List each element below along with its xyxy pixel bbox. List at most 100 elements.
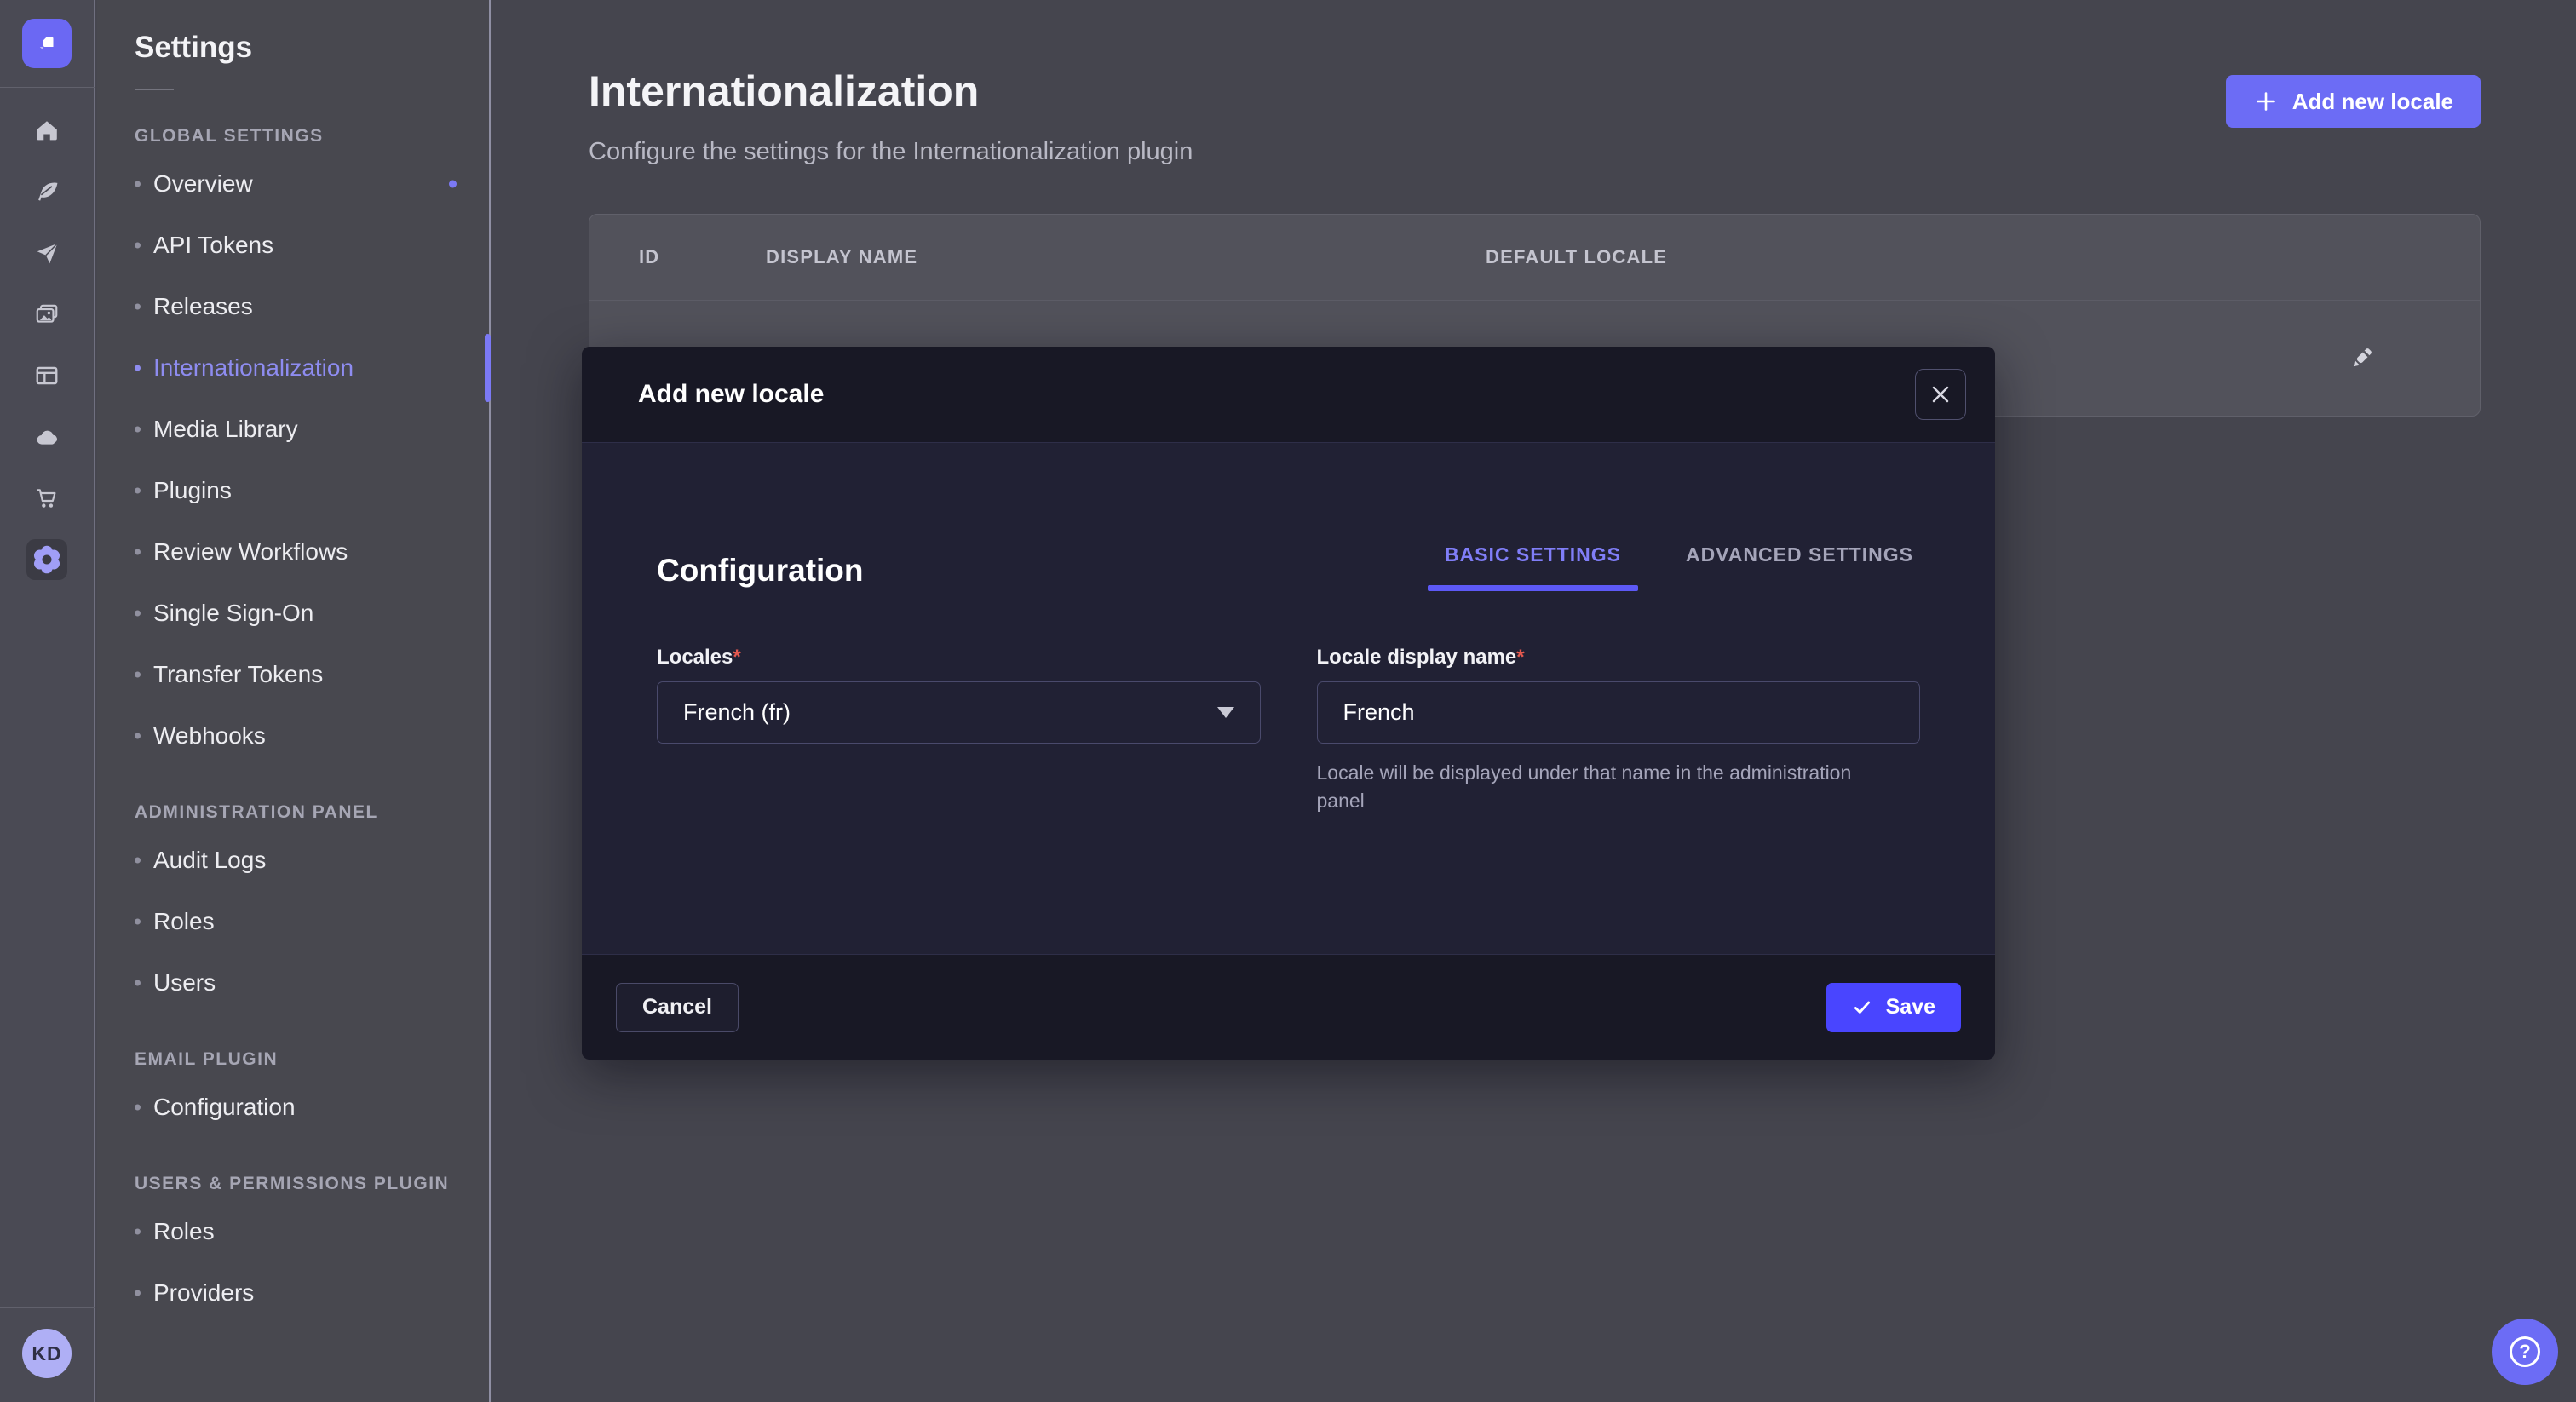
sidebar-item-label: Roles <box>153 1218 215 1245</box>
display-name-field: Locale display name* Locale will be disp… <box>1317 646 1921 815</box>
modal-footer: Cancel Save <box>582 954 1995 1060</box>
close-modal-button[interactable] <box>1915 369 1966 420</box>
sidebar-item-media-library[interactable]: Media Library <box>97 399 489 460</box>
modal-header: Add new locale <box>582 347 1995 443</box>
sidebar-item-providers[interactable]: Providers <box>97 1262 489 1324</box>
sidebar-item-single-sign-on[interactable]: Single Sign-On <box>97 583 489 644</box>
form-fields: Locales* French (fr) Locale display name… <box>657 646 1920 815</box>
bullet-icon <box>135 427 141 433</box>
sidebar-item-label: Users <box>153 969 216 997</box>
sidebar-item-releases[interactable]: Releases <box>97 276 489 337</box>
avatar[interactable]: KD <box>22 1329 72 1378</box>
locales-select[interactable]: French (fr) <box>657 681 1261 744</box>
required-mark: * <box>733 646 740 669</box>
sidebar-item-label: API Tokens <box>153 232 273 259</box>
tab-advanced-settings[interactable]: ADVANCED SETTINGS <box>1681 543 1918 589</box>
locales-table-header: ID DISPLAY NAME DEFAULT LOCALE <box>589 215 2480 300</box>
bullet-icon <box>135 243 141 249</box>
add-new-locale-label: Add new locale <box>2292 89 2453 115</box>
media-library-icon[interactable] <box>26 294 67 335</box>
sidebar-item-up-roles[interactable]: Roles <box>97 1201 489 1262</box>
sidebar-item-label: Audit Logs <box>153 847 266 874</box>
strapi-logo[interactable] <box>22 19 72 68</box>
sidebar-item-label: Configuration <box>153 1094 296 1121</box>
sidebar-item-label: Media Library <box>153 416 298 443</box>
bullet-icon <box>135 672 141 678</box>
sidebar-item-email-configuration[interactable]: Configuration <box>97 1077 489 1138</box>
display-name-input[interactable] <box>1317 681 1921 744</box>
sidebar-item-label: Single Sign-On <box>153 600 313 627</box>
sidebar-item-label: Providers <box>153 1279 254 1307</box>
cart-icon[interactable] <box>26 478 67 519</box>
nav-rail: KD <box>0 0 95 1402</box>
bullet-icon <box>135 181 141 187</box>
settings-gear-icon[interactable] <box>26 539 67 580</box>
bullet-icon <box>135 1229 141 1235</box>
bullet-icon <box>135 1105 141 1111</box>
sidebar-item-review-workflows[interactable]: Review Workflows <box>97 521 489 583</box>
save-button[interactable]: Save <box>1826 983 1961 1032</box>
notification-dot-icon <box>449 181 457 188</box>
chevron-down-icon <box>1217 707 1234 718</box>
sidebar-item-audit-logs[interactable]: Audit Logs <box>97 830 489 891</box>
sidebar-item-plugins[interactable]: Plugins <box>97 460 489 521</box>
column-header-id: ID <box>639 246 766 268</box>
sidebar-title: Settings <box>135 31 489 65</box>
locales-field: Locales* French (fr) <box>657 646 1261 815</box>
content-builder-feather-icon[interactable] <box>26 171 67 212</box>
page-title: Internationalization <box>589 66 1193 116</box>
configuration-header-row: Configuration BASIC SETTINGS ADVANCED SE… <box>657 543 1920 589</box>
add-new-locale-button[interactable]: Add new locale <box>2226 75 2481 128</box>
rail-bottom: KD <box>0 1307 95 1402</box>
sidebar-item-label: Internationalization <box>153 354 354 382</box>
sidebar-item-label: Roles <box>153 908 215 935</box>
bullet-icon <box>135 365 141 371</box>
bullet-icon <box>135 488 141 494</box>
modal-body: Configuration BASIC SETTINGS ADVANCED SE… <box>582 443 1995 954</box>
sidebar-item-label: Overview <box>153 170 253 198</box>
display-name-label: Locale display name* <box>1317 646 1921 669</box>
check-icon <box>1852 997 1872 1018</box>
section-heading-administration-panel: ADMINISTRATION PANEL <box>135 802 489 823</box>
sidebar-item-label: Transfer Tokens <box>153 661 323 688</box>
sidebar-item-overview[interactable]: Overview <box>97 153 489 215</box>
sidebar-item-api-tokens[interactable]: API Tokens <box>97 215 489 276</box>
sidebar-item-label: Webhooks <box>153 722 266 750</box>
column-header-display-name: DISPLAY NAME <box>766 246 1486 268</box>
help-button[interactable]: ? <box>2492 1319 2558 1385</box>
rail-divider <box>0 87 95 88</box>
cancel-button[interactable]: Cancel <box>616 983 739 1032</box>
cloud-icon[interactable] <box>26 417 67 457</box>
section-heading-users-permissions-plugin: USERS & PERMISSIONS PLUGIN <box>135 1174 489 1194</box>
tabs: BASIC SETTINGS ADVANCED SETTINGS <box>1440 543 1918 589</box>
tab-basic-settings[interactable]: BASIC SETTINGS <box>1440 543 1626 589</box>
page-subtitle: Configure the settings for the Internati… <box>589 138 1193 166</box>
home-icon[interactable] <box>26 110 67 151</box>
help-question-icon: ? <box>2510 1336 2540 1367</box>
pencil-icon <box>2346 343 2377 374</box>
sidebar-nav: GLOBAL SETTINGS Overview API Tokens Rele… <box>97 126 489 1324</box>
modal-title: Add new locale <box>638 380 824 409</box>
settings-sidebar: Settings GLOBAL SETTINGS Overview API To… <box>97 0 491 1402</box>
sidebar-item-transfer-tokens[interactable]: Transfer Tokens <box>97 644 489 705</box>
display-name-hint: Locale will be displayed under that name… <box>1317 759 1905 815</box>
bullet-icon <box>135 733 141 739</box>
send-plane-icon[interactable] <box>26 233 67 273</box>
sidebar-item-label: Releases <box>153 293 253 320</box>
sidebar-item-users[interactable]: Users <box>97 952 489 1014</box>
bullet-icon <box>135 304 141 310</box>
bullet-icon <box>135 858 141 864</box>
bullet-icon <box>135 919 141 925</box>
edit-row-button[interactable] <box>2341 338 2382 379</box>
sidebar-item-label: Review Workflows <box>153 538 348 566</box>
bullet-icon <box>135 980 141 986</box>
sidebar-item-admin-roles[interactable]: Roles <box>97 891 489 952</box>
sidebar-item-label: Plugins <box>153 477 232 504</box>
section-heading-global-settings: GLOBAL SETTINGS <box>135 126 489 147</box>
locales-select-value: French (fr) <box>683 699 791 726</box>
sidebar-item-internationalization[interactable]: Internationalization <box>97 337 489 399</box>
required-mark: * <box>1516 646 1524 669</box>
layout-icon[interactable] <box>26 355 67 396</box>
sidebar-item-webhooks[interactable]: Webhooks <box>97 705 489 767</box>
section-heading-email-plugin: EMAIL PLUGIN <box>135 1049 489 1070</box>
